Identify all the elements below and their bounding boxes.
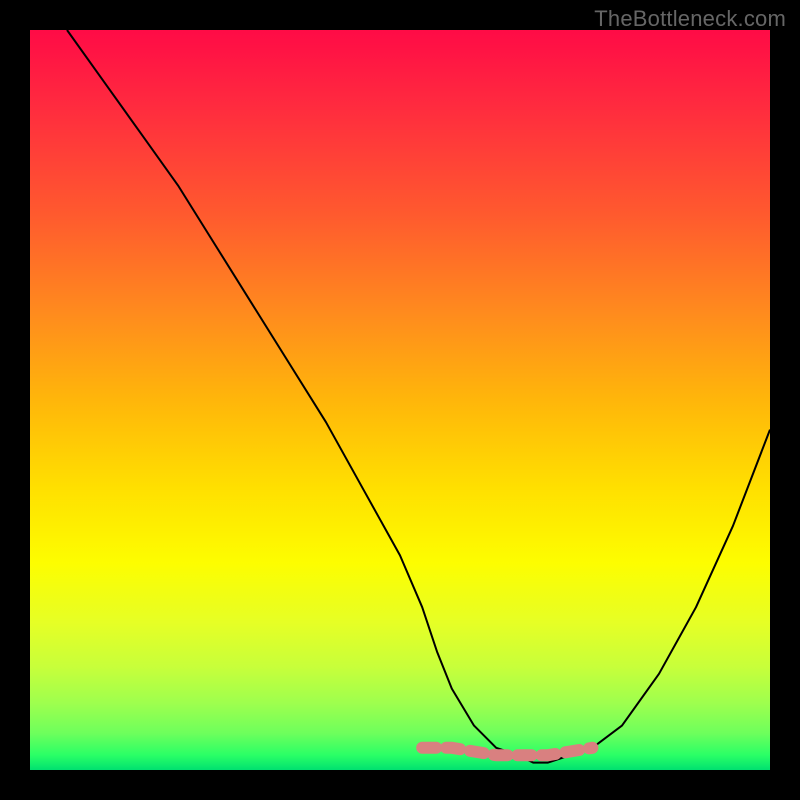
marker-band [422,748,592,755]
plot-area [30,30,770,770]
marker-path [422,748,592,755]
chart-container: TheBottleneck.com [0,0,800,800]
watermark-text: TheBottleneck.com [594,6,786,32]
curve-path [67,30,770,763]
curve-line [67,30,770,763]
curve-overlay [30,30,770,770]
